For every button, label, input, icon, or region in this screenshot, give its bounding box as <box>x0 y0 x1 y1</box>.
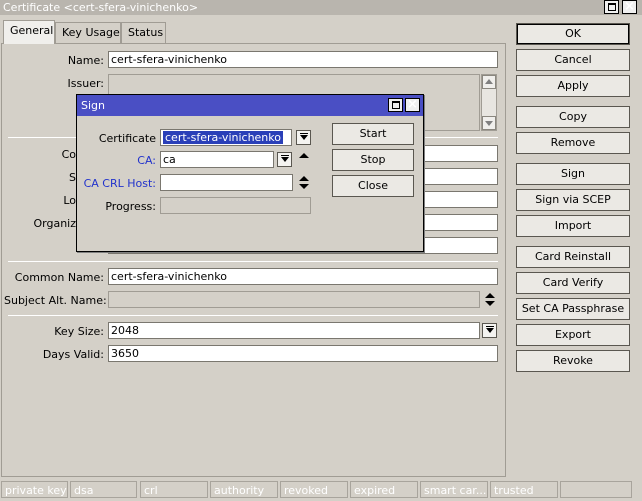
close-icon: × <box>407 97 418 112</box>
sign-button[interactable]: Sign <box>516 163 630 185</box>
dropdown-bar-icon <box>281 155 289 156</box>
separator <box>8 315 498 316</box>
maximize-icon <box>608 3 616 11</box>
arrow-down-icon <box>299 184 309 189</box>
ca-select[interactable]: ca <box>160 151 274 168</box>
status-flag-trusted: trusted <box>490 481 558 498</box>
subject-alt-name-label: Subject Alt. Name: <box>4 294 107 307</box>
sign-via-scep-button[interactable]: Sign via SCEP <box>516 189 630 211</box>
ca-label: CA: <box>137 154 156 167</box>
status-flag-crl: crl <box>140 481 208 498</box>
maximize-button[interactable] <box>604 0 619 14</box>
name-label: Name: <box>67 54 104 67</box>
maximize-icon <box>392 101 400 109</box>
organization-label: Organiz <box>33 217 76 230</box>
start-button[interactable]: Start <box>332 123 414 145</box>
window-titlebar: Certificate <cert-sfera-vinichenko> × <box>0 0 642 15</box>
key-size-label: Key Size: <box>54 325 104 338</box>
card-reinstall-button[interactable]: Card Reinstall <box>516 246 630 268</box>
country-label: Co <box>61 148 76 161</box>
dropdown-bar-icon <box>300 133 308 134</box>
export-button[interactable]: Export <box>516 324 630 346</box>
days-valid-input[interactable]: 3650 <box>108 345 498 362</box>
certificate-select[interactable]: cert-sfera-vinichenko <box>160 129 292 146</box>
status-flag-dsa: dsa <box>70 481 137 498</box>
tab-label: Status <box>128 26 164 39</box>
scroll-up-icon <box>485 79 493 84</box>
cancel-button[interactable]: Cancel <box>516 49 630 71</box>
dropdown-bar-icon <box>486 326 494 327</box>
arrow-up-icon <box>485 293 495 298</box>
close-window-button[interactable]: × <box>622 0 637 14</box>
sign-dialog-titlebar[interactable]: Sign × <box>77 95 423 116</box>
common-name-label: Common Name: <box>14 271 104 284</box>
ca-crl-host-input[interactable] <box>160 174 293 191</box>
tab-key-usage[interactable]: Key Usage <box>55 22 121 43</box>
scroll-up-button[interactable] <box>482 75 496 89</box>
apply-button[interactable]: Apply <box>516 75 630 97</box>
sign-dialog-title: Sign <box>81 99 105 112</box>
tab-label: Key Usage <box>62 26 120 39</box>
arrow-up-icon <box>299 176 309 181</box>
window-title: Certificate <cert-sfera-vinichenko> <box>3 1 199 14</box>
status-flag-authority: authority <box>210 481 278 498</box>
sign-dialog-maximize-button[interactable] <box>388 98 403 112</box>
ca-dropdown[interactable] <box>277 152 292 167</box>
status-flag-smart-card: smart car... <box>420 481 488 498</box>
name-input[interactable]: cert-sfera-vinichenko <box>108 51 498 68</box>
status-flag-empty <box>560 481 632 498</box>
copy-button[interactable]: Copy <box>516 106 630 128</box>
certificate-label: Certificate <box>98 132 156 145</box>
state-label: S <box>69 171 76 184</box>
status-flag-expired: expired <box>350 481 418 498</box>
issuer-scrollbar[interactable] <box>481 74 497 131</box>
sign-dialog-close-button[interactable]: × <box>405 97 420 112</box>
tab-label: General <box>10 24 54 37</box>
locality-label: Lo <box>63 194 76 207</box>
close-button[interactable]: Close <box>332 175 414 197</box>
subject-alt-name-spinner[interactable] <box>485 292 495 308</box>
days-valid-label: Days Valid: <box>42 348 104 361</box>
arrow-down-icon <box>485 301 495 306</box>
tab-status[interactable]: Status <box>121 22 166 43</box>
progress-label: Progress: <box>105 200 156 213</box>
status-flag-revoked: revoked <box>280 481 348 498</box>
card-verify-button[interactable]: Card Verify <box>516 272 630 294</box>
status-flag-private-key: private key <box>1 481 68 498</box>
certificate-dropdown[interactable] <box>296 130 311 145</box>
common-name-input[interactable]: cert-sfera-vinichenko <box>108 268 498 285</box>
ca-spinner[interactable] <box>299 152 309 168</box>
sign-dialog: Sign × Certificate cert-sfera-vinichenko… <box>76 94 424 252</box>
ca-crl-host-spinner[interactable] <box>299 175 309 191</box>
tab-general[interactable]: General <box>3 20 55 44</box>
set-ca-passphrase-button[interactable]: Set CA Passphrase <box>516 298 630 320</box>
revoke-button[interactable]: Revoke <box>516 350 630 372</box>
remove-button[interactable]: Remove <box>516 132 630 154</box>
import-button[interactable]: Import <box>516 215 630 237</box>
key-size-dropdown[interactable] <box>482 323 497 338</box>
chevron-down-icon <box>281 157 289 162</box>
ok-button[interactable]: OK <box>516 23 630 45</box>
issuer-label: Issuer: <box>67 77 104 90</box>
separator <box>8 261 498 262</box>
subject-alt-name-input[interactable] <box>108 291 480 308</box>
key-size-select[interactable]: 2048 <box>108 322 480 339</box>
scroll-down-icon <box>485 121 493 126</box>
chevron-down-icon <box>300 135 308 140</box>
progress-bar <box>160 197 311 214</box>
certificate-selected-value: cert-sfera-vinichenko <box>163 131 283 144</box>
chevron-down-icon <box>486 328 494 333</box>
close-icon: × <box>624 0 635 14</box>
stop-button[interactable]: Stop <box>332 149 414 171</box>
ca-crl-host-label: CA CRL Host: <box>83 177 156 190</box>
arrow-up-icon <box>299 153 309 158</box>
scroll-down-button[interactable] <box>482 116 496 130</box>
